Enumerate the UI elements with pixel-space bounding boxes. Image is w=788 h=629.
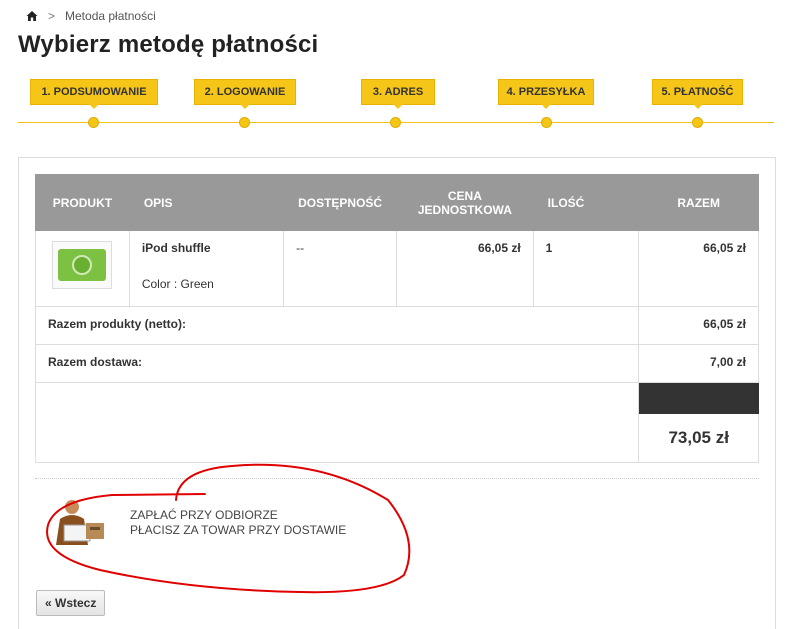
- step-dot: [541, 117, 552, 128]
- total-header-row: RAZEM: [34, 382, 759, 463]
- breadcrumb-separator: >: [48, 9, 56, 23]
- product-attribute: Color : Green: [141, 277, 214, 291]
- step-dot: [239, 117, 250, 128]
- header-description: OPIS: [128, 174, 285, 231]
- breadcrumb: > Metoda płatności: [26, 9, 156, 23]
- summary-products-label: Razem produkty (netto):: [34, 306, 640, 345]
- home-icon[interactable]: [26, 10, 38, 22]
- ipod-shuffle-image[interactable]: [52, 241, 113, 289]
- product-name[interactable]: iPod shuffle: [142, 241, 271, 255]
- product-unit-price: 66,05 zł: [396, 230, 534, 307]
- payment-line-1: ZAPŁAĆ PRZY ODBIORZE: [130, 508, 278, 522]
- total-spacer: [34, 382, 640, 463]
- step-address[interactable]: 3. ADRES: [361, 79, 435, 109]
- courier-icon[interactable]: [50, 497, 106, 549]
- page-title: Wybierz metodę płatności: [18, 31, 319, 58]
- payment-option-cod[interactable]: ZAPŁAĆ PRZY ODBIORZE PŁACISZ ZA TOWAR PR…: [50, 497, 346, 549]
- step-dot: [390, 117, 401, 128]
- payment-line-2: PŁACISZ ZA TOWAR PRZY DOSTAWIE: [130, 523, 347, 537]
- summary-products-value: 66,05 zł: [638, 306, 759, 345]
- header-product: PRODUKT: [35, 174, 130, 231]
- step-summary[interactable]: 1. PODSUMOWANIE: [30, 79, 158, 109]
- summary-shipping-value: 7,00 zł: [638, 344, 759, 383]
- step-payment[interactable]: 5. PŁATNOŚĆ: [652, 79, 743, 109]
- product-image-cell: [35, 230, 130, 307]
- product-quantity: 1: [532, 230, 640, 307]
- header-availability: DOSTĘPNOŚĆ: [283, 174, 398, 231]
- summary-shipping-label: Razem dostawa:: [34, 344, 640, 383]
- table-row: iPod shuffle Color : Green -- 66,05 zł 1…: [35, 230, 759, 307]
- divider: [35, 478, 759, 479]
- cart-table: PRODUKT OPIS DOSTĘPNOŚĆ CENA JEDNOSTKOWA …: [34, 174, 759, 463]
- breadcrumb-current: Metoda płatności: [65, 9, 156, 23]
- product-availability: --: [283, 230, 398, 307]
- header-total: RAZEM: [638, 174, 759, 231]
- total-value: 73,05 zł: [638, 413, 759, 463]
- header-quantity: ILOŚĆ: [532, 174, 640, 231]
- payment-description: ZAPŁAĆ PRZY ODBIORZE PŁACISZ ZA TOWAR PR…: [130, 508, 346, 538]
- step-shipping[interactable]: 4. PRZESYŁKA: [498, 79, 594, 109]
- step-login[interactable]: 2. LOGOWANIE: [194, 79, 296, 109]
- checkout-steps: 1. PODSUMOWANIE 2. LOGOWANIE 3. ADRES 4.…: [18, 79, 774, 129]
- product-description: iPod shuffle Color : Green: [128, 230, 285, 307]
- product-total: 66,05 zł: [638, 230, 759, 307]
- summary-products-row: Razem produkty (netto): 66,05 zł: [34, 306, 759, 345]
- summary-shipping-row: Razem dostawa: 7,00 zł: [34, 344, 759, 383]
- step-dot: [88, 117, 99, 128]
- header-unit-price: CENA JEDNOSTKOWA: [396, 174, 534, 231]
- back-button[interactable]: « Wstecz: [36, 590, 106, 616]
- total-label: RAZEM: [638, 382, 759, 414]
- step-dot: [692, 117, 703, 128]
- table-header-row: PRODUKT OPIS DOSTĘPNOŚĆ CENA JEDNOSTKOWA …: [35, 174, 759, 231]
